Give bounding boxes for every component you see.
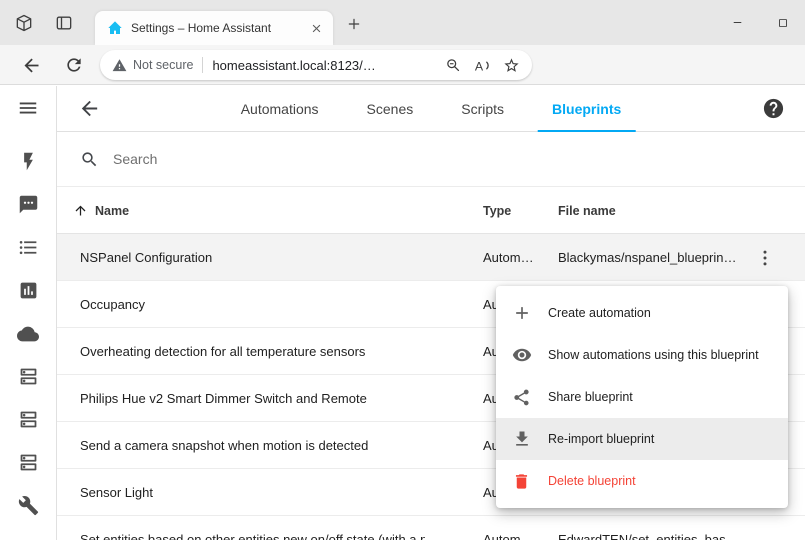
row-name: Sensor Light (80, 485, 425, 500)
eye-icon (512, 345, 532, 365)
row-type: Autom… (483, 532, 545, 540)
sidebar-energy-icon[interactable] (0, 140, 56, 183)
sidebar-menu-icon[interactable] (0, 86, 56, 130)
menu-item-label: Share blueprint (548, 390, 633, 404)
browser-navbar: Not secure homeassistant.local:8123/… A (0, 45, 805, 85)
tab-title: Settings – Home Assistant (131, 21, 308, 35)
sidebar-panel-icon[interactable] (0, 441, 56, 484)
workspaces-icon[interactable] (14, 13, 34, 33)
menu-item-label: Re-import blueprint (548, 432, 654, 446)
maximize-button[interactable] (760, 0, 805, 45)
sidebar-panel-icon[interactable] (0, 355, 56, 398)
import-icon (512, 429, 532, 449)
ha-header: Automations Scenes Scripts Blueprints (57, 86, 805, 132)
share-icon (512, 388, 532, 407)
row-name: Set entities based on other entities new… (80, 532, 425, 540)
tab-label: Automations (241, 101, 319, 117)
tab-label: Blueprints (552, 101, 621, 117)
help-icon[interactable] (762, 97, 785, 120)
ha-sidebar (0, 86, 57, 540)
sidebar-assist-icon[interactable] (0, 183, 56, 226)
sidebar-logbook-icon[interactable] (0, 226, 56, 269)
minimize-button[interactable] (715, 0, 760, 45)
menu-item-show-automations[interactable]: Show automations using this blueprint (496, 334, 788, 376)
browser-titlebar: Settings – Home Assistant (0, 0, 805, 45)
delete-icon (512, 472, 532, 491)
row-file: Blackymas/nspanel_blueprin… (558, 250, 750, 265)
browser-window: Settings – Home Assistant (0, 0, 805, 540)
table-row[interactable]: NSPanel Configuration Autom… Blackymas/n… (57, 234, 805, 281)
new-tab-icon[interactable] (344, 14, 364, 34)
url-text[interactable]: homeassistant.local:8123/… (212, 58, 375, 73)
menu-item-label: Show automations using this blueprint (548, 348, 759, 362)
menu-item-create-automation[interactable]: Create automation (496, 292, 788, 334)
ha-tab-bar: Automations Scenes Scripts Blueprints (227, 86, 636, 132)
menu-item-reimport-blueprint[interactable]: Re-import blueprint (496, 418, 788, 460)
menu-item-label: Delete blueprint (548, 474, 636, 488)
security-label[interactable]: Not secure (133, 58, 193, 72)
row-menu-icon[interactable] (754, 247, 776, 269)
plus-icon (512, 303, 532, 323)
menu-item-share-blueprint[interactable]: Share blueprint (496, 376, 788, 418)
menu-item-label: Create automation (548, 306, 651, 320)
column-header-file[interactable]: File name (558, 204, 616, 218)
tab-scripts[interactable]: Scripts (447, 86, 518, 132)
back-icon[interactable] (20, 54, 43, 77)
row-name: Occupancy (80, 297, 425, 312)
sidebar-history-icon[interactable] (0, 269, 56, 312)
sidebar-panel-icon[interactable] (0, 398, 56, 441)
browser-tab[interactable]: Settings – Home Assistant (95, 11, 333, 45)
row-name: Philips Hue v2 Smart Dimmer Switch and R… (80, 391, 425, 406)
menu-item-delete-blueprint[interactable]: Delete blueprint (496, 460, 788, 502)
tab-label: Scripts (461, 101, 504, 117)
svg-text:A: A (475, 59, 484, 73)
search-icon (80, 150, 99, 169)
zoom-out-icon[interactable] (445, 57, 462, 74)
column-header-name[interactable]: Name (95, 204, 129, 218)
column-header-type[interactable]: Type (483, 204, 511, 218)
tab-close-icon[interactable] (308, 20, 325, 37)
home-assistant-favicon (107, 20, 123, 36)
tab-automations[interactable]: Automations (227, 86, 333, 132)
sidebar-cloud-icon[interactable] (0, 312, 56, 355)
address-divider (202, 57, 203, 73)
row-name: Send a camera snapshot when motion is de… (80, 438, 425, 453)
tab-label: Scenes (367, 101, 414, 117)
row-name: NSPanel Configuration (80, 250, 425, 265)
search-bar (57, 132, 805, 187)
blueprint-context-menu: Create automation Show automations using… (496, 286, 788, 508)
sort-ascending-icon[interactable] (73, 203, 88, 218)
sidebar-developer-tools-icon[interactable] (0, 484, 56, 527)
ha-back-icon[interactable] (78, 97, 101, 120)
address-bar[interactable]: Not secure homeassistant.local:8123/… A (100, 50, 532, 80)
read-aloud-icon[interactable]: A (473, 56, 492, 75)
row-name: Overheating detection for all temperatur… (80, 344, 425, 359)
table-row[interactable]: Set entities based on other entities new… (57, 516, 805, 540)
search-input[interactable] (113, 151, 513, 167)
favorite-star-icon[interactable] (503, 57, 520, 74)
not-secure-warning-icon[interactable] (112, 58, 127, 73)
tab-scenes[interactable]: Scenes (353, 86, 428, 132)
table-header: Name Type File name (57, 187, 805, 234)
row-type: Autom… (483, 250, 545, 265)
tab-blueprints[interactable]: Blueprints (538, 86, 635, 132)
tab-layout-icon[interactable] (54, 13, 74, 33)
row-file: EdwardTEN/set_entities_bas… (558, 532, 750, 540)
refresh-icon[interactable] (63, 54, 85, 76)
